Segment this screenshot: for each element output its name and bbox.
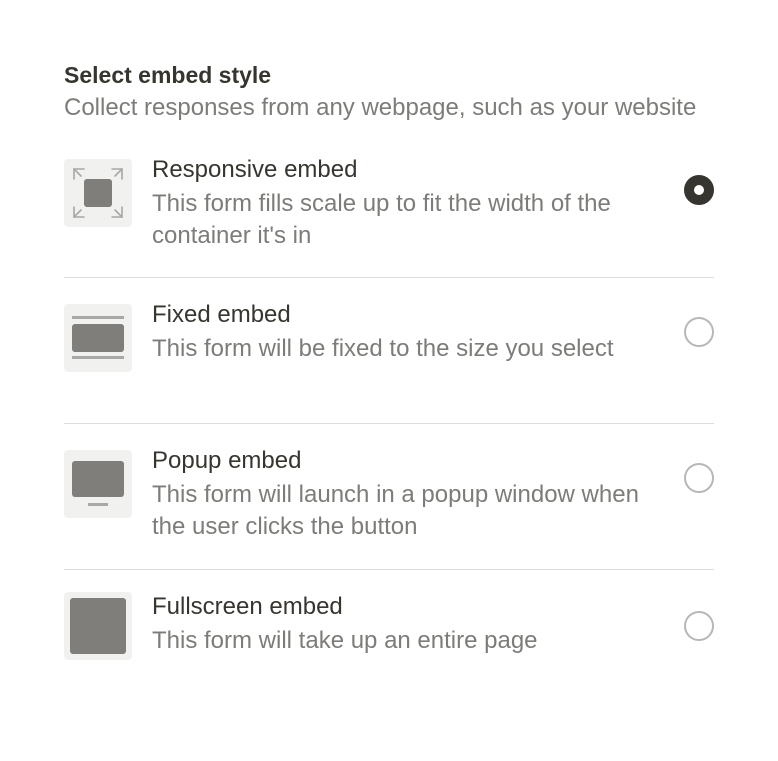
option-responsive-embed[interactable]: Responsive embed This form fills scale u… — [64, 155, 714, 278]
embed-options-list: Responsive embed This form fills scale u… — [64, 155, 714, 683]
popup-embed-icon — [64, 450, 132, 518]
radio-fixed-embed[interactable] — [684, 317, 714, 347]
option-description: This form fills scale up to fit the widt… — [152, 190, 611, 249]
option-description: This form will be fixed to the size you … — [152, 335, 614, 362]
option-fullscreen-embed[interactable]: Fullscreen embed This form will take up … — [64, 570, 714, 683]
option-description: This form will launch in a popup window … — [152, 481, 639, 540]
radio-fullscreen-embed[interactable] — [684, 611, 714, 641]
option-text: Responsive embed This form fills scale u… — [152, 155, 672, 252]
panel-title: Select embed style — [64, 62, 272, 88]
fullscreen-embed-icon — [64, 592, 132, 660]
fixed-embed-icon — [64, 304, 132, 372]
option-text: Popup embed This form will launch in a p… — [152, 446, 672, 543]
embed-style-panel: Select embed style Collect responses fro… — [64, 58, 714, 683]
option-fixed-embed[interactable]: Fixed embed This form will be fixed to t… — [64, 278, 714, 424]
responsive-embed-icon — [64, 159, 132, 227]
option-text: Fixed embed This form will be fixed to t… — [152, 300, 672, 365]
option-popup-embed[interactable]: Popup embed This form will launch in a p… — [64, 424, 714, 570]
radio-popup-embed[interactable] — [684, 463, 714, 493]
option-title: Fixed embed — [152, 301, 291, 328]
panel-subtitle: Collect responses from any webpage, such… — [64, 94, 697, 121]
option-title: Responsive embed — [152, 156, 358, 183]
option-description: This form will take up an entire page — [152, 627, 538, 654]
option-text: Fullscreen embed This form will take up … — [152, 592, 672, 657]
option-title: Fullscreen embed — [152, 593, 343, 620]
radio-responsive-embed[interactable] — [684, 175, 714, 205]
option-title: Popup embed — [152, 447, 302, 474]
